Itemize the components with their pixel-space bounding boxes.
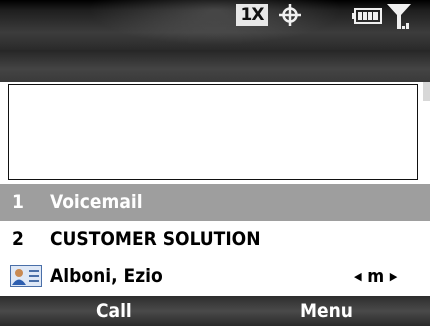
call-softkey[interactable]: Call xyxy=(96,296,132,326)
list-item-contact[interactable]: Alboni, Ezio ◀ m ▶ xyxy=(0,258,430,295)
list-item-index: 2 xyxy=(12,228,24,250)
list-item-label: Alboni, Ezio xyxy=(50,265,163,287)
contact-card-icon xyxy=(10,265,42,287)
left-arrow-icon: ◀ xyxy=(354,270,362,283)
title-bar xyxy=(0,50,430,82)
gps-crosshair-icon xyxy=(279,4,301,26)
network-1x-icon: 1X xyxy=(236,4,268,26)
input-area xyxy=(0,82,430,184)
scrollbar[interactable] xyxy=(423,82,430,101)
list-item-voicemail[interactable]: 1 Voicemail xyxy=(0,184,430,221)
battery-icon xyxy=(352,8,382,24)
softkey-bar: Call Menu xyxy=(0,296,430,326)
right-arrow-icon: ▶ xyxy=(389,270,398,283)
list-item-index: 1 xyxy=(12,191,24,213)
mobile-number-selector[interactable]: ◀ m ▶ xyxy=(354,258,397,295)
dial-input-field[interactable] xyxy=(8,84,418,180)
signal-strength-icon xyxy=(387,4,411,29)
menu-softkey[interactable]: Menu xyxy=(300,296,353,326)
status-bar: 1X xyxy=(0,0,430,50)
list-item-customer-solution[interactable]: 2 CUSTOMER SOLUTION xyxy=(0,221,430,258)
list-item-label: Voicemail xyxy=(50,191,143,213)
list-item-label: CUSTOMER SOLUTION xyxy=(50,228,261,250)
phone-screen: 1X 1 Voicemail 2 CUSTOMER SOLUTION Albon… xyxy=(0,0,430,326)
number-type-label: m xyxy=(367,266,385,287)
speed-dial-list: 1 Voicemail 2 CUSTOMER SOLUTION Alboni, … xyxy=(0,184,430,296)
